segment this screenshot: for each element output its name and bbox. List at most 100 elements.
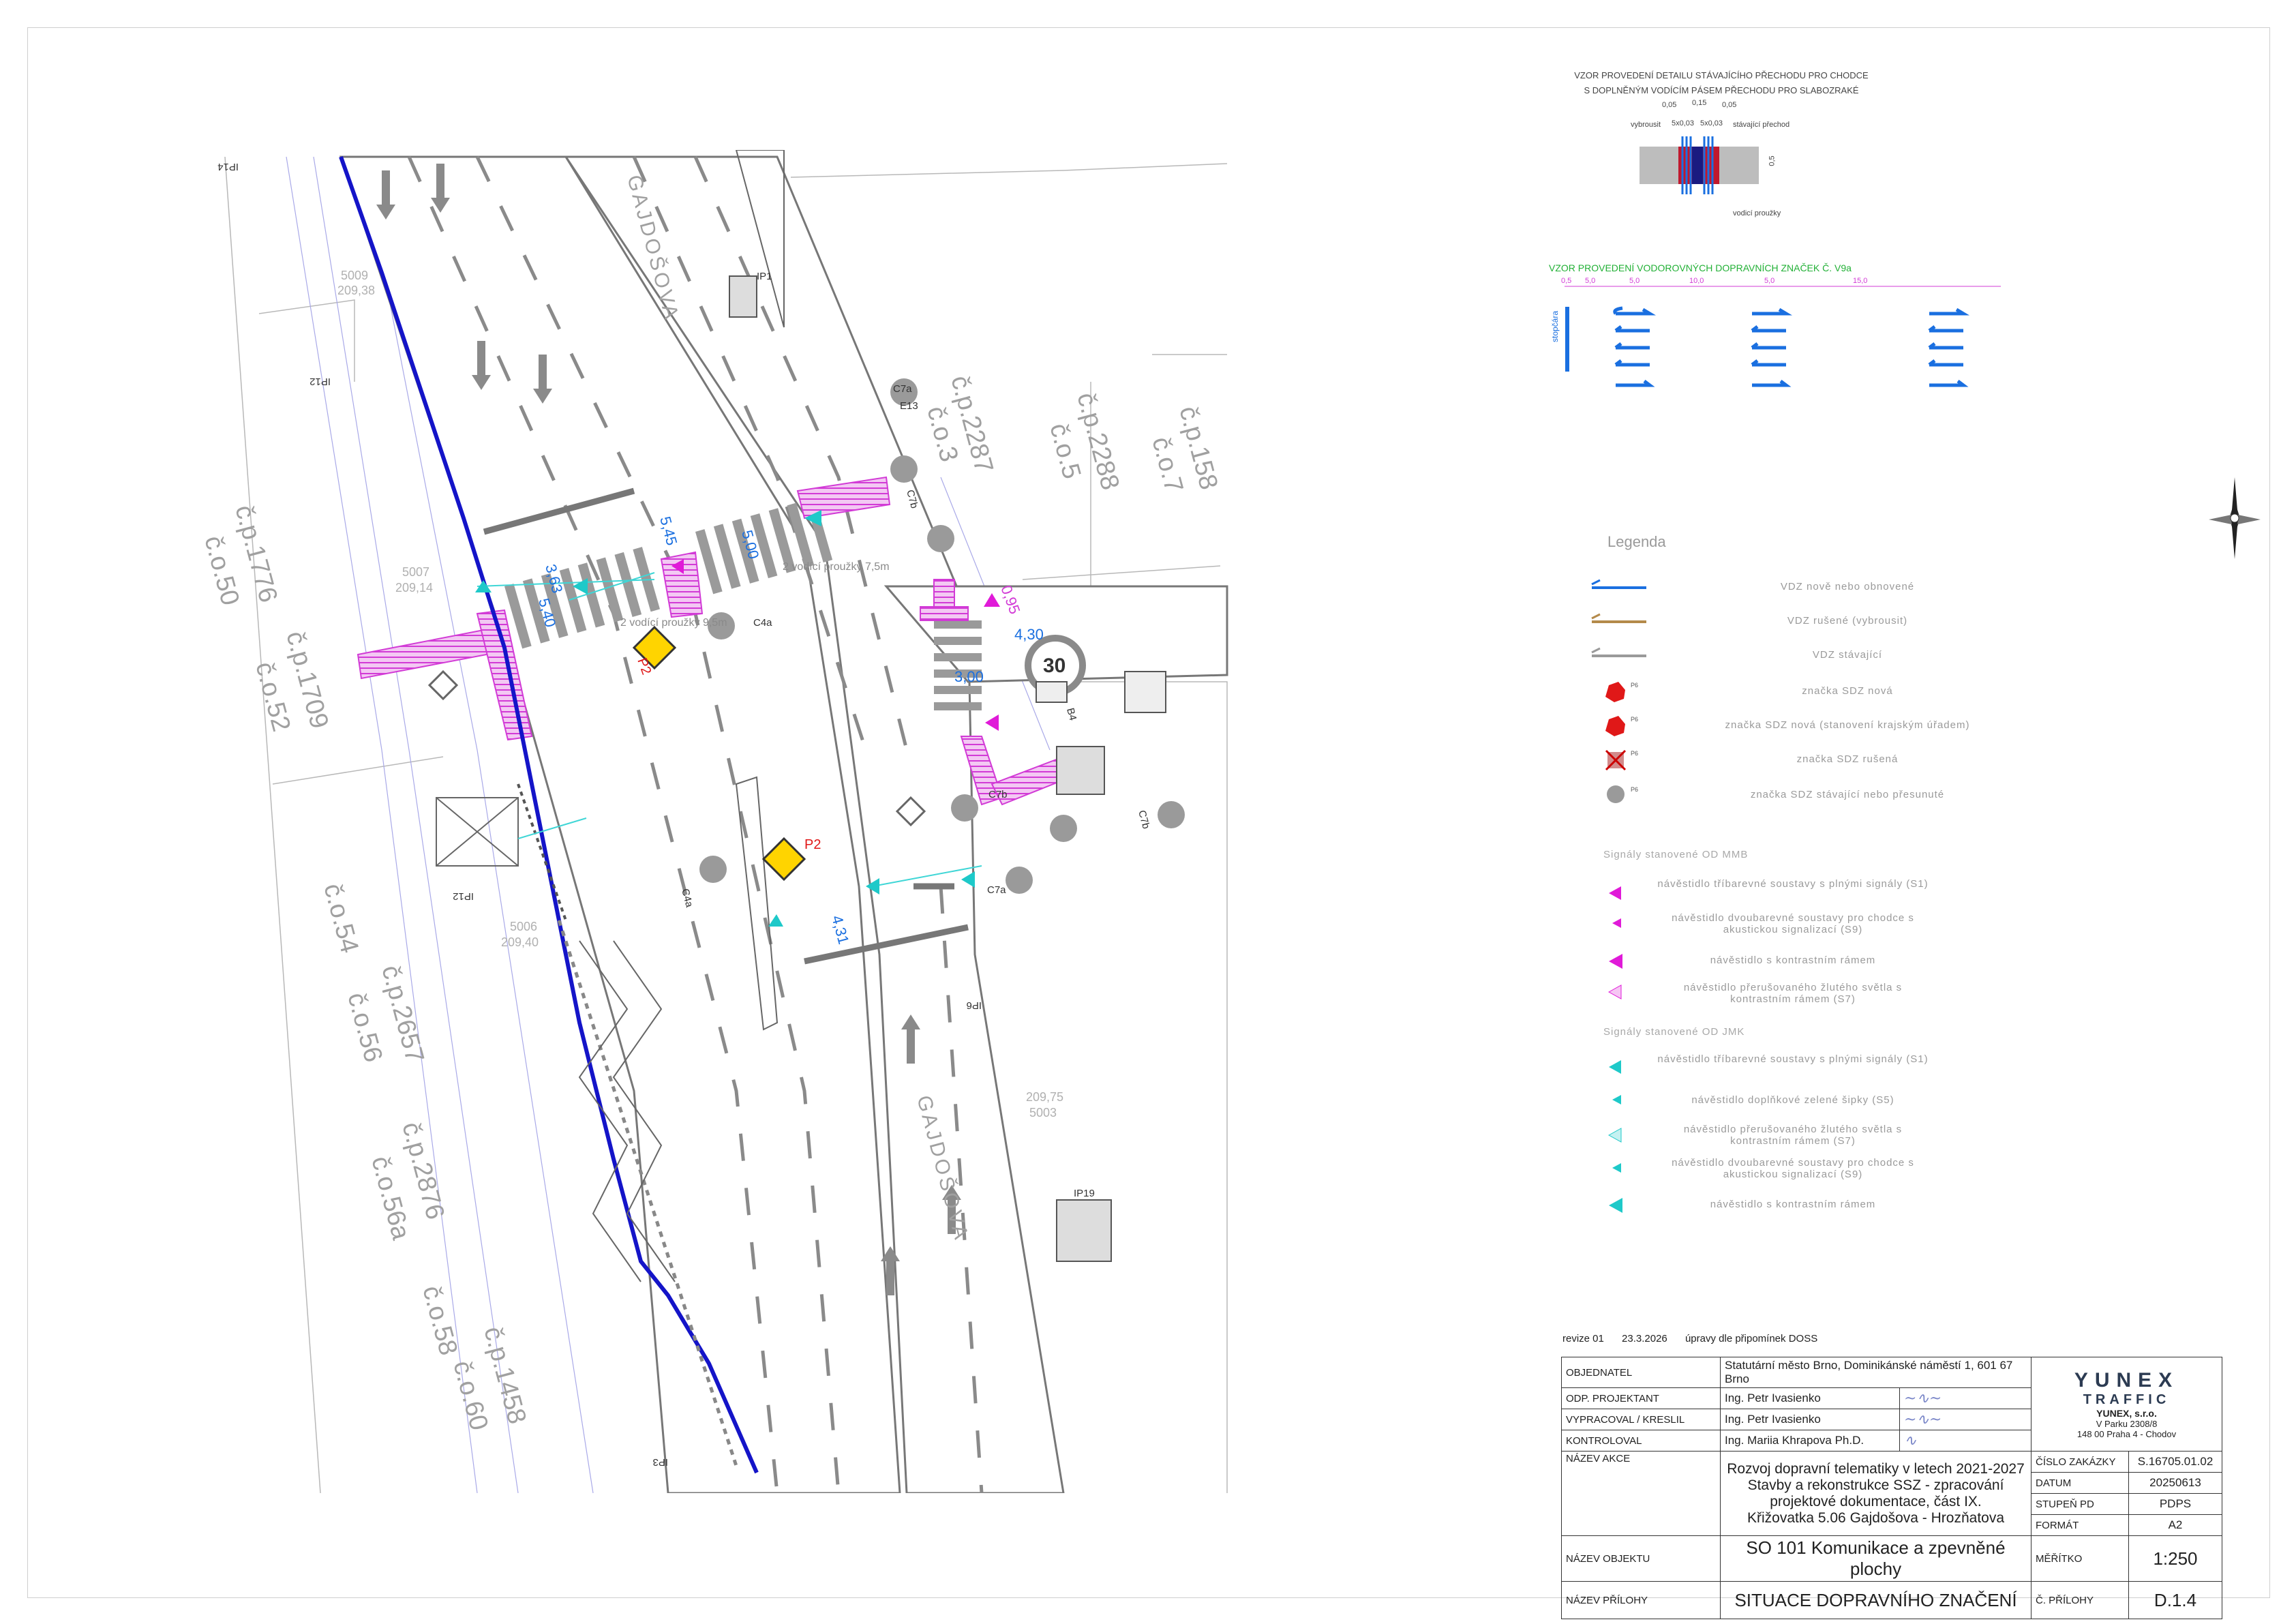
tb-label: KONTROLOVAL bbox=[1561, 1430, 1721, 1452]
v9a-dim: 5,0 bbox=[1585, 277, 1596, 285]
house-label: č.o.7 bbox=[1146, 434, 1188, 495]
sign-label: E13 bbox=[900, 400, 918, 412]
level-label: 209,40 bbox=[501, 935, 539, 949]
tb-label: FORMÁT bbox=[2031, 1514, 2129, 1536]
detail-vybrousit: vybrousit bbox=[1631, 121, 1661, 129]
house-label: č.o.58 bbox=[417, 1282, 462, 1358]
sign-label: C7a bbox=[893, 383, 912, 395]
revision-number: revize 01 bbox=[1562, 1333, 1604, 1344]
v9a-dim: 10,0 bbox=[1689, 277, 1704, 285]
tb-label: Č. PŘÍLOHY bbox=[2031, 1581, 2129, 1619]
v9a-stopcara: stopčára bbox=[1550, 310, 1560, 343]
legend-jmk-row: návěstidlo doplňkové zelené šipky (S5) bbox=[1691, 1094, 1894, 1106]
detail-dim-005b: 0,05 bbox=[1722, 101, 1737, 109]
legend-symbols bbox=[1591, 579, 1646, 1213]
sign-label: IP14 bbox=[217, 161, 239, 172]
detail-vodici: vodicí proužky bbox=[1733, 209, 1781, 217]
level-label: 5006 bbox=[510, 920, 537, 933]
legend-row: značka SDZ rušená bbox=[1796, 753, 1899, 765]
detail-dim-005: 0,05 bbox=[1662, 101, 1677, 109]
sign-label: P2 bbox=[804, 837, 821, 852]
v9a-sample bbox=[1565, 286, 2001, 387]
plan-content: 3,63 5,40 5,45 5,00 4,30 3,00 4,31 0,95 … bbox=[198, 150, 1228, 1493]
tb-zakazka: S.16705.01.02 bbox=[2128, 1451, 2222, 1473]
legend-sign-tag: P6 bbox=[1631, 786, 1639, 793]
tb-vyprac: Ing. Petr Ivasienko bbox=[1720, 1409, 1900, 1430]
detail-dim-015: 0,15 bbox=[1692, 99, 1707, 107]
v9a-arrows bbox=[1613, 306, 1970, 387]
detail-dim-5x003: 5x0,03 bbox=[1672, 119, 1695, 127]
level-label: 209,38 bbox=[337, 284, 375, 297]
tb-label: OBJEDNATEL bbox=[1561, 1357, 1721, 1388]
v9a-dim: 15,0 bbox=[1853, 277, 1868, 285]
dim-300: 3,00 bbox=[954, 668, 984, 685]
revision-line: revize 01 23.3.2026 úpravy dle připomíne… bbox=[1562, 1333, 1817, 1344]
sign-label: IP3 bbox=[652, 1456, 668, 1468]
sign-label: IP12 bbox=[453, 890, 474, 902]
legend-sign-tag: P6 bbox=[1631, 716, 1639, 723]
tb-datum: 20250613 bbox=[2128, 1472, 2222, 1494]
legend-row: VDZ stávající bbox=[1812, 649, 1883, 661]
v9a-dim: 0,5 bbox=[1561, 277, 1572, 285]
pas-1: 2 vodící proužky 7,5m bbox=[783, 561, 890, 573]
legend-jmk-row: návěstidlo tříbarevné soustavy s plnými … bbox=[1657, 1053, 1929, 1065]
legend-row: VDZ nově nebo obnovené bbox=[1780, 581, 1915, 592]
detail-title: VZOR PROVEDENÍ DETAILU STÁVAJÍCÍHO PŘECH… bbox=[1561, 68, 1882, 98]
house-label: č.o.50 bbox=[198, 532, 244, 608]
tb-label: DATUM bbox=[2031, 1472, 2129, 1494]
tb-objednatel: Statutární město Brno, Dominikánské námě… bbox=[1720, 1357, 2031, 1388]
legend-mmb-row: návěstidlo dvoubarevné soustavy pro chod… bbox=[1672, 912, 1914, 935]
company-address-2: 148 00 Praha 4 - Chodov bbox=[2076, 1429, 2177, 1439]
signature-1: ~∿~ bbox=[1899, 1387, 2031, 1409]
sign-label: C4a bbox=[753, 617, 772, 629]
house-label: č.o.56 bbox=[342, 989, 387, 1065]
legend-jmk-title: Signály stanovené OD JMK bbox=[1603, 1026, 1745, 1038]
level-label: 5003 bbox=[1029, 1106, 1057, 1119]
north-arrow bbox=[2209, 477, 2261, 559]
detail-title-line2: S DOPLNĚNÝM VODÍCÍM PÁSEM PŘECHODU PRO S… bbox=[1584, 85, 1859, 95]
level-label: 5009 bbox=[341, 269, 368, 282]
tb-label: NÁZEV AKCE bbox=[1561, 1451, 1721, 1536]
sign-label: C7b bbox=[1136, 809, 1152, 830]
signature-3: ∿ bbox=[1899, 1430, 2031, 1452]
signature-2: ~∿~ bbox=[1899, 1409, 2031, 1430]
legend-mmb-row: návěstidlo přerušovaného žlutého světla … bbox=[1683, 982, 1903, 1005]
company-address-1: V Parku 2308/8 bbox=[2096, 1419, 2158, 1429]
company-name: YUNEX, s.r.o. bbox=[2096, 1408, 2157, 1419]
akce-line: Rozvoj dopravní telematiky v letech 2021… bbox=[1727, 1460, 2025, 1477]
title-block: OBJEDNATEL Statutární město Brno, Domini… bbox=[1561, 1357, 2222, 1619]
legend-jmk-row: návěstidlo přerušovaného žlutého světla … bbox=[1683, 1124, 1903, 1147]
company-logo: YUNEX TRAFFIC YUNEX, s.r.o. V Parku 2308… bbox=[2031, 1357, 2222, 1452]
sign-label: IP6 bbox=[966, 999, 982, 1011]
detail-dim-5x003b: 5x0,03 bbox=[1700, 119, 1723, 127]
legend-mmb-row: návěstidlo s kontrastním rámem bbox=[1710, 954, 1876, 966]
tb-label: ČÍSLO ZAKÁZKY bbox=[2031, 1451, 2129, 1473]
tb-label: NÁZEV PŘÍLOHY bbox=[1561, 1581, 1721, 1619]
sign-speed: 30 bbox=[1043, 655, 1066, 677]
sign-label: B4 bbox=[1064, 707, 1078, 722]
sign-label: C7b bbox=[988, 789, 1008, 800]
pas-2: 2 vodící proužky 9,5m bbox=[620, 617, 727, 629]
v9a-dim: 5,0 bbox=[1629, 277, 1640, 285]
tb-cislo: D.1.4 bbox=[2128, 1581, 2222, 1619]
tb-meritko: 1:250 bbox=[2128, 1535, 2222, 1582]
house-label: č.o.5 bbox=[1044, 420, 1086, 481]
legend-row: značka SDZ nová (stanovení krajským úřad… bbox=[1725, 719, 1970, 731]
house-label: č.o.52 bbox=[250, 659, 295, 734]
detail-dim-05: 0,5 bbox=[1768, 155, 1777, 166]
house-label: č.o.54 bbox=[318, 880, 363, 956]
tb-label: ODP. PROJEKTANT bbox=[1561, 1387, 1721, 1409]
legend-row: značka SDZ stávající nebo přesunuté bbox=[1750, 789, 1945, 800]
legend-sign-tag: P6 bbox=[1631, 682, 1639, 689]
akce-line: projektové dokumentace, část IX. bbox=[1770, 1493, 1982, 1509]
legend-sign-tag: P6 bbox=[1631, 750, 1639, 757]
v9a-title: VZOR PROVEDENÍ VODOROVNÝCH DOPRAVNÍCH ZN… bbox=[1549, 262, 1852, 273]
legend-jmk-row: návěstidlo dvoubarevné soustavy pro chod… bbox=[1672, 1157, 1914, 1180]
revision-date: 23.3.2026 bbox=[1622, 1333, 1667, 1344]
sign-label: IP12 bbox=[309, 376, 331, 387]
tb-odp: Ing. Petr Ivasienko bbox=[1720, 1387, 1900, 1409]
legend-jmk-row: návěstidlo s kontrastním rámem bbox=[1710, 1199, 1876, 1210]
tb-akce: Rozvoj dopravní telematiky v letech 2021… bbox=[1720, 1451, 2031, 1536]
dim-430: 4,30 bbox=[1014, 626, 1044, 643]
sign-label: C7a bbox=[987, 884, 1006, 896]
